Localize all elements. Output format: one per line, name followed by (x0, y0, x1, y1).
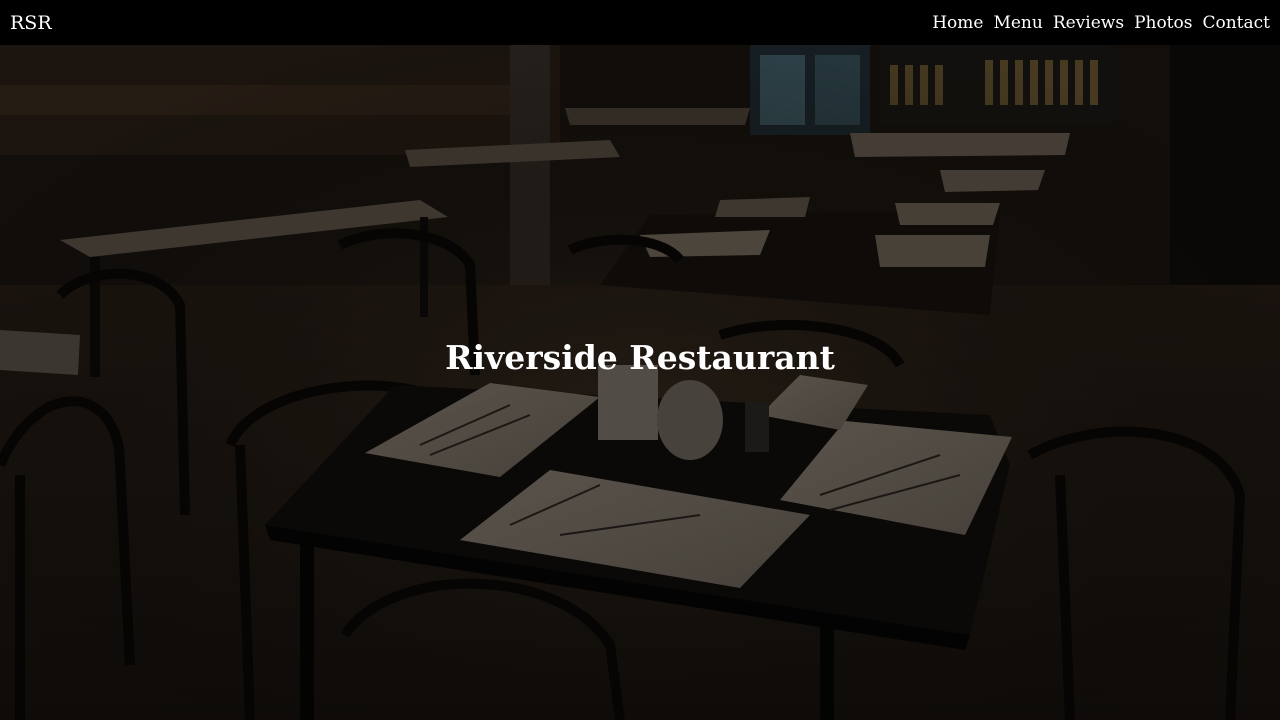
top-navbar: RSR Home Menu Reviews Photos Contact (0, 0, 1280, 45)
hero-section: Riverside Restaurant (0, 45, 1280, 720)
nav-link-contact[interactable]: Contact (1202, 13, 1270, 33)
nav-link-menu[interactable]: Menu (993, 13, 1042, 33)
hero-dark-overlay (0, 45, 1280, 720)
brand-logo-link[interactable]: RSR (10, 12, 52, 34)
nav-link-home[interactable]: Home (932, 13, 983, 33)
hero-title: Riverside Restaurant (445, 338, 835, 377)
nav-link-photos[interactable]: Photos (1134, 13, 1192, 33)
nav-link-reviews[interactable]: Reviews (1053, 13, 1124, 33)
nav-links: Home Menu Reviews Photos Contact (932, 13, 1270, 33)
